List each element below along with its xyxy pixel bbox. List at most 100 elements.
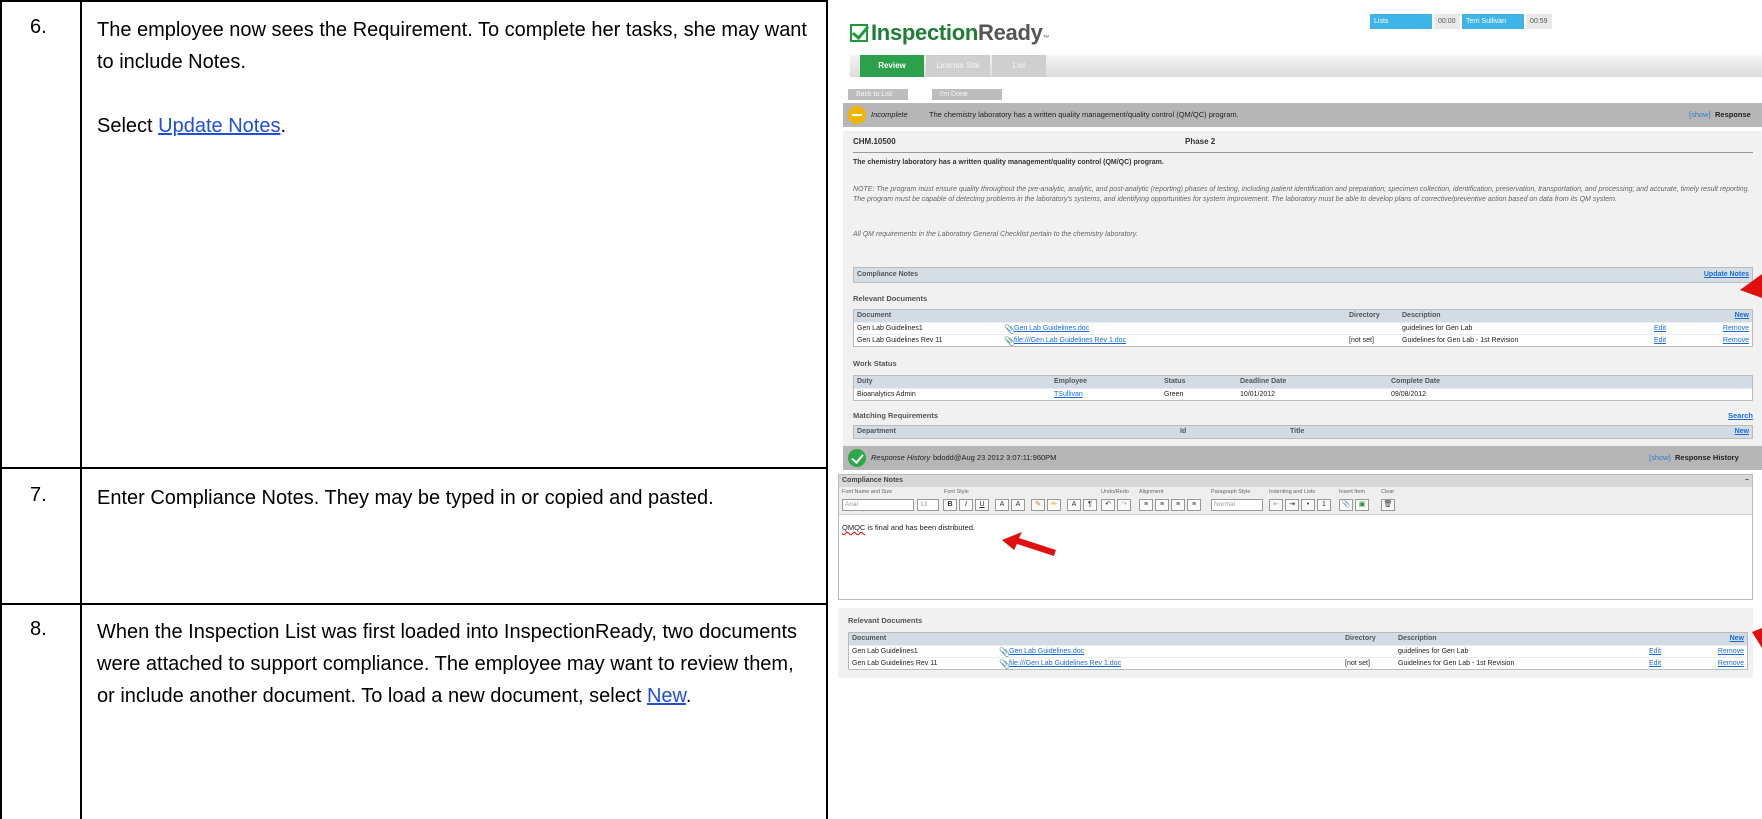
step-paragraph: Enter Compliance Notes. They may be type… [97,487,714,509]
column-header: Deadline Date [1240,378,1287,385]
relevant-documents-label: Relevant Documents [853,294,928,303]
insert-image-icon[interactable]: ▣ [1355,499,1369,511]
new-document-link[interactable]: New [1730,633,1744,645]
justify-icon[interactable]: ≡ [1187,499,1201,511]
document-name: Gen Lab Guidelines Rev 11 [857,337,943,344]
matching-requirements-bar: Matching Requirements Search [853,411,1753,420]
table-border-top [0,0,828,2]
remove-document-link[interactable]: Remove [1718,658,1744,670]
session-timer: 00:59 [1526,14,1552,29]
bullet-list-icon[interactable]: • [1301,499,1315,511]
paragraph-mark-icon[interactable]: ¶ [1083,499,1097,511]
step-text-run: . [280,115,287,137]
tab-license-site[interactable]: License Site [926,55,990,77]
table-row: Gen Lab Guidelines1 📎 Gen Lab Guidelines… [849,645,1747,657]
show-response-link[interactable]: [show] [1689,103,1711,127]
table-divider-shot [826,0,828,819]
table-header: Duty Employee Status Deadline Date Compl… [854,376,1752,388]
document-name: Gen Lab Guidelines Rev 11 [852,660,938,667]
back-to-list-button[interactable]: Back to List [848,89,908,100]
step-text-run: Select [97,115,159,137]
search-link[interactable]: Search [1728,411,1753,420]
step-paragraph: The employee now sees the Requirement. T… [97,19,807,73]
logo-brand: Inspection [871,20,979,45]
collapse-icon[interactable]: − [1745,475,1749,487]
toolbar-label: Indenting and Lists [1269,489,1316,495]
logo-tm: ™ [1042,35,1050,42]
numbered-list-icon[interactable]: 1 [1317,499,1331,511]
logo-ready: Ready [978,20,1043,45]
toolbar-label: Clear [1381,489,1395,495]
column-header: Id [1180,428,1187,435]
checkbox-logo-icon [850,24,868,42]
update-notes-link[interactable]: Update Notes [158,115,280,137]
requirement-panel: CHM.10500 Phase 2 The chemistry laborato… [843,131,1762,449]
align-right-icon[interactable]: ≡ [1171,499,1185,511]
document-file-link[interactable]: file:///Gen Lab Guidelines Rev 1.doc [1014,335,1126,347]
superscript-button[interactable]: A [1011,499,1025,511]
step-text-run: When the Inspection List was first loade… [97,621,798,707]
notes-text-area[interactable]: QMQC is final and has been distributed. [842,523,975,532]
underline-button[interactable]: U [975,499,989,511]
table-border-left [0,0,2,819]
red-arrow-icon [1740,274,1762,298]
align-center-icon[interactable]: ≡ [1155,499,1169,511]
editor-title: Compliance Notes [842,477,904,484]
response-title: Response [1715,110,1751,119]
table-row: Gen Lab Guidelines1 📎 Gen Lab Guidelines… [854,322,1752,334]
deadline-value: 10/01/2012 [1240,391,1276,398]
column-header: Complete Date [1391,378,1441,385]
relevant-documents-table: Document Directory Description New Gen L… [853,309,1753,347]
red-arrow-icon [1002,532,1056,556]
show-history-link[interactable]: [show] [1649,446,1671,470]
indent-icon[interactable]: ⇥ [1285,499,1299,511]
new-document-link[interactable]: New [1735,310,1749,322]
tab-review[interactable]: Review [860,55,924,77]
edit-document-link[interactable]: Edit [1654,335,1666,347]
document-description: Guidelines for Gen Lab - 1st Revision [1398,660,1515,667]
toolbar-label: Font Style [944,489,969,495]
tab-list[interactable]: List [992,55,1046,77]
marker-icon[interactable]: ✏ [1047,499,1061,511]
complete-check-icon [848,449,866,467]
insert-link-icon[interactable]: 📎 [1339,499,1353,511]
red-arrow-icon [1752,628,1762,648]
requirement-note: NOTE: The program must ensure quality th… [853,186,1750,203]
font-color-button[interactable]: A [1067,499,1081,511]
new-requirement-link[interactable]: New [1735,426,1749,438]
subscript-button[interactable]: A [995,499,1009,511]
font-name-select[interactable]: Arial [842,499,914,511]
column-header: Document [852,635,887,642]
paragraph-style-select[interactable]: Normal [1211,499,1263,511]
tab-bar: Review License Site List [850,55,1762,77]
italic-button[interactable]: I [959,499,973,511]
relevant-documents-screenshot: Relevant Documents Document Directory De… [838,608,1753,678]
redo-icon[interactable]: ↷ [1117,499,1131,511]
outdent-icon[interactable]: ⇤ [1269,499,1283,511]
bold-button[interactable]: B [943,499,957,511]
table-row-divider-2 [0,603,828,605]
step-number: 7. [30,484,47,506]
requirement-header: CHM.10500 Phase 2 [853,137,1753,153]
document-file-link[interactable]: file:///Gen Lab Guidelines Rev 1.doc [1009,658,1121,670]
align-left-icon[interactable]: ≡ [1139,499,1153,511]
new-document-link[interactable]: New [647,685,686,707]
employee-link[interactable]: TSullivan [1054,389,1083,401]
clear-icon[interactable]: 🗑 [1381,499,1395,511]
user-badge[interactable]: Terri Sullivan [1462,14,1524,29]
app-logo: InspectionReady™ [850,20,1050,46]
im-done-button[interactable]: I'm Done [932,89,1002,100]
highlight-icon[interactable]: ✎ [1031,499,1045,511]
font-size-select[interactable]: 13 [917,499,939,511]
matching-requirements-table: Department Id Title New [853,425,1753,439]
undo-icon[interactable]: ↶ [1101,499,1115,511]
step-text-run: . [685,685,692,707]
toolbar-label: Undo/Redo [1101,489,1129,495]
column-header: Duty [857,378,873,385]
lists-badge[interactable]: Lists [1370,14,1432,29]
compliance-notes-label: Compliance Notes [857,271,919,278]
history-text: bdodd@Aug 23 2012 3:07:11:960PM [933,453,1057,462]
edit-document-link[interactable]: Edit [1649,658,1661,670]
table-header: Department Id Title New [854,426,1752,438]
remove-document-link[interactable]: Remove [1723,335,1749,347]
